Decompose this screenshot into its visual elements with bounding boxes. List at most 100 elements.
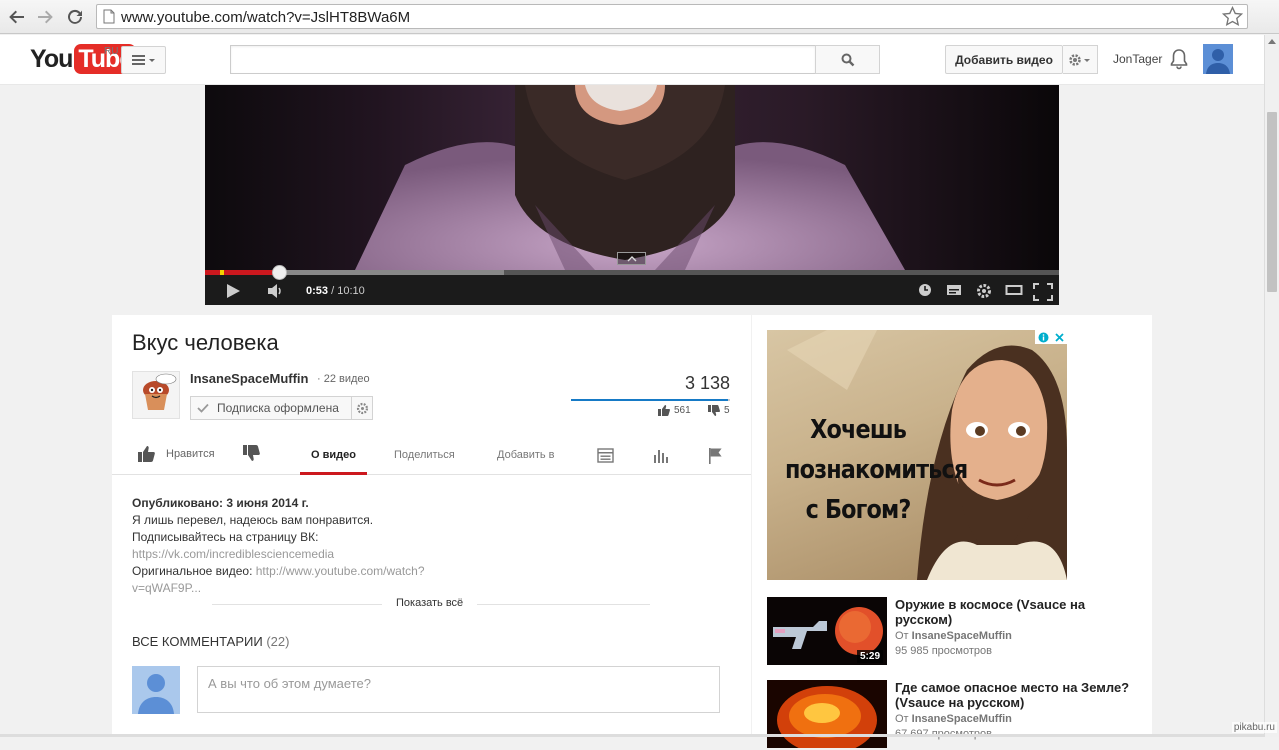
- player-controls: 0:53 / 10:10: [205, 265, 1059, 305]
- upload-video-button[interactable]: Добавить видео: [945, 45, 1063, 74]
- like-count: 561: [658, 405, 691, 416]
- dislike-count: 5: [708, 405, 730, 416]
- original-video-link[interactable]: http://www.youtube.com/watch?: [256, 564, 425, 578]
- watermark: pikabu.ru: [1231, 722, 1277, 733]
- show-more-button[interactable]: Показать всё: [382, 597, 478, 609]
- ad-info-button[interactable]: [1035, 330, 1051, 344]
- player-settings-gear-icon[interactable]: [976, 283, 992, 299]
- like-dislike-ratio-bar: [571, 399, 730, 401]
- description-line-2: Подписывайтесь на страницу ВК:: [132, 530, 319, 544]
- tab-share[interactable]: Поделиться: [394, 449, 455, 461]
- scroll-up-arrow-icon[interactable]: [1268, 39, 1276, 44]
- settings-button[interactable]: [1063, 45, 1098, 74]
- report-flag-icon[interactable]: [708, 447, 723, 464]
- vk-link[interactable]: https://vk.com/incrediblesciencemedia: [132, 546, 462, 563]
- related-video-thumbnail[interactable]: [767, 680, 887, 748]
- like-button[interactable]: Нравится: [138, 446, 215, 462]
- ad-text-line-1: Хочешь: [810, 415, 907, 445]
- scrollbar-thumb[interactable]: [1267, 112, 1277, 292]
- gear-icon: [356, 402, 368, 414]
- channel-link[interactable]: InsaneSpaceMuffin: [912, 630, 1012, 642]
- related-video-title[interactable]: Где самое опасное место на Земле? (Vsauc…: [895, 680, 1145, 710]
- notification-bell-icon[interactable]: [1170, 48, 1188, 70]
- original-video-link-continued[interactable]: v=qWAF9P...: [132, 580, 462, 597]
- tab-add-to[interactable]: Добавить в: [497, 449, 555, 461]
- progress-played: [205, 270, 280, 275]
- logo-you-text: You: [30, 44, 73, 73]
- like-label: Нравится: [166, 448, 215, 460]
- chevron-up-icon: [627, 256, 636, 262]
- volume-icon[interactable]: [267, 283, 285, 299]
- lava-earth-thumbnail-image: [777, 686, 877, 748]
- progress-ad-marker: [220, 270, 224, 275]
- dislike-button[interactable]: [243, 445, 260, 461]
- related-video-thumbnail[interactable]: 5:29: [767, 597, 887, 665]
- channel-avatar[interactable]: [132, 371, 180, 419]
- statistics-icon[interactable]: [653, 447, 669, 464]
- guide-menu-button[interactable]: [121, 46, 166, 74]
- arrow-right-icon: [38, 10, 53, 24]
- tab-about[interactable]: О видео: [311, 449, 356, 461]
- watch-later-icon[interactable]: [918, 283, 932, 297]
- user-avatar[interactable]: [1203, 44, 1233, 74]
- search-input[interactable]: [230, 45, 815, 74]
- subtitles-icon[interactable]: [946, 283, 962, 297]
- published-date: Опубликовано: 3 июня 2014 г.: [132, 496, 309, 510]
- forward-button[interactable]: [34, 6, 56, 28]
- video-actions-row: Нравится О видео Поделиться Добавить в: [112, 439, 751, 475]
- youtube-header: You Tube RU Добавить видео JonTager: [0, 35, 1264, 85]
- theater-mode-icon[interactable]: [1005, 283, 1023, 297]
- gear-icon: [1069, 53, 1090, 66]
- address-bar[interactable]: www.youtube.com/watch?v=JslHT8BWa6M: [96, 4, 1248, 29]
- thumbs-up-icon: [138, 446, 155, 462]
- progress-scrubber[interactable]: [272, 265, 288, 280]
- expand-player-button[interactable]: [617, 252, 646, 265]
- url-text: www.youtube.com/watch?v=JslHT8BWa6M: [121, 9, 411, 26]
- play-icon[interactable]: [225, 283, 241, 299]
- info-icon: [1038, 332, 1048, 342]
- username-label[interactable]: JonTager: [1113, 52, 1162, 66]
- ad-close-button[interactable]: [1051, 330, 1067, 344]
- related-video-channel: От InsaneSpaceMuffin: [895, 713, 1012, 725]
- video-frame[interactable]: [205, 85, 1059, 270]
- dislike-count-value: 5: [724, 405, 730, 416]
- page-scrollbar[interactable]: [1264, 35, 1279, 737]
- current-time: 0:53: [306, 285, 329, 297]
- back-button[interactable]: [6, 6, 28, 28]
- muffin-mascot-icon: [143, 373, 177, 410]
- active-tab-indicator: [300, 472, 367, 475]
- view-count: 3 138: [684, 373, 730, 393]
- region-label: RU: [104, 46, 119, 57]
- reload-button[interactable]: [64, 6, 86, 28]
- related-video-item[interactable]: Где самое опасное место на Земле? (Vsauc…: [767, 680, 1147, 750]
- sidebar: Хочешь познакомиться с Богом? 5:29 Оружи…: [752, 315, 1152, 748]
- transcript-icon[interactable]: [597, 447, 614, 464]
- search-button[interactable]: [815, 45, 880, 74]
- comment-input[interactable]: А вы что об этом думаете?: [197, 666, 720, 713]
- like-ratio-fill: [571, 399, 729, 401]
- like-count-value: 561: [674, 405, 691, 416]
- comments-header: ВСЕ КОММЕНТАРИИ (22): [132, 634, 289, 649]
- related-video-item[interactable]: 5:29 Оружие в космосе (Vsauce на русском…: [767, 597, 1147, 667]
- hamburger-icon: [131, 55, 155, 65]
- video-player[interactable]: 0:53 / 10:10: [205, 85, 1059, 305]
- duration: 10:10: [337, 285, 365, 297]
- channel-name[interactable]: InsaneSpaceMuffin: [190, 371, 308, 386]
- search-icon: [841, 53, 854, 66]
- advertisement-banner[interactable]: Хочешь познакомиться с Богом?: [767, 330, 1067, 580]
- ad-text-line-3: с Богом?: [805, 495, 912, 525]
- progress-bar[interactable]: [205, 265, 1059, 280]
- fullscreen-icon[interactable]: [1033, 283, 1053, 301]
- time-display: 0:53 / 10:10: [306, 285, 365, 297]
- bookmark-star-icon[interactable]: [1222, 6, 1243, 27]
- subscription-settings-button[interactable]: [352, 396, 373, 420]
- checkmark-icon: [197, 403, 209, 413]
- original-video-label: Оригинальное видео:: [132, 564, 256, 578]
- comments-count: (22): [266, 634, 290, 649]
- related-video-title[interactable]: Оружие в космосе (Vsauce на русском): [895, 597, 1145, 627]
- thumbs-down-small-icon: [708, 405, 720, 416]
- browser-toolbar: www.youtube.com/watch?v=JslHT8BWa6M: [0, 0, 1279, 34]
- channel-link[interactable]: InsaneSpaceMuffin: [912, 713, 1012, 725]
- subscribe-button[interactable]: Подписка оформлена: [190, 396, 352, 420]
- reload-icon: [68, 9, 82, 24]
